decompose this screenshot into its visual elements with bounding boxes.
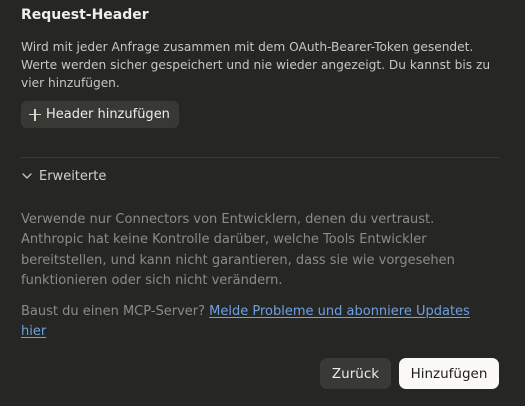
divider [21,157,499,158]
add-button[interactable]: Hinzufügen [399,358,499,389]
advanced-label: Erweiterte [39,168,107,184]
back-button[interactable]: Zurück [320,358,391,389]
add-header-button[interactable]: Header hinzufügen [21,101,179,128]
plus-icon [29,108,41,121]
mcp-server-note: Baust du einen MCP-Server? Melde Problem… [21,302,499,343]
advanced-toggle[interactable]: Erweiterte [21,166,106,186]
mcp-prefix: Baust du einen MCP-Server? [21,304,210,319]
section-description: Wird mit jeder Anfrage zusammen mit dem … [21,40,491,90]
trust-warning: Verwende nur Connectors von Entwicklern,… [21,212,455,288]
chevron-down-icon [21,170,33,182]
section-title: Request-Header [21,7,149,23]
request-header-panel: Request-Header Wird mit jeder Anfrage zu… [0,0,525,406]
add-header-label: Header hinzufügen [46,107,170,122]
